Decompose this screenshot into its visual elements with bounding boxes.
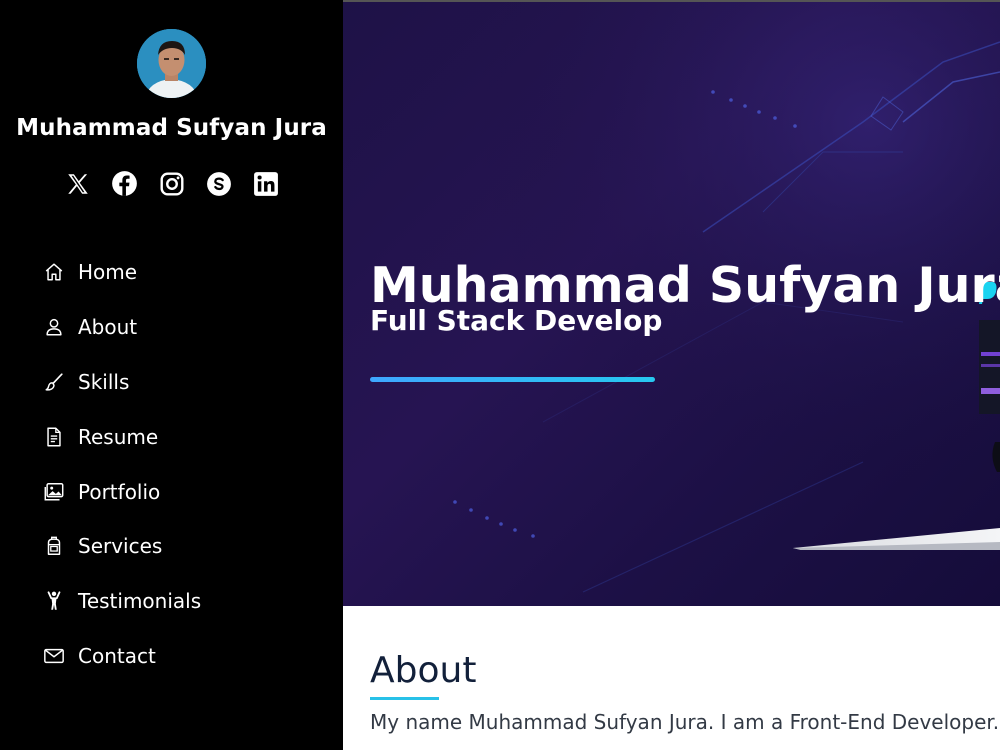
nav-item-testimonials[interactable]: Testimonials (43, 574, 303, 629)
nav-label: Resume (78, 424, 159, 449)
nav-label: About (78, 315, 138, 340)
skype-icon[interactable] (205, 170, 232, 197)
hero-subtitle: Full Stack Develop (370, 304, 663, 337)
file-text-icon (43, 426, 65, 448)
nav-label: Contact (78, 643, 156, 668)
about-underline (370, 697, 439, 700)
x-twitter-icon[interactable] (64, 170, 91, 197)
nav-item-services[interactable]: Services (43, 519, 303, 574)
nav-item-resume[interactable]: Resume (43, 409, 303, 464)
about-text: My name Muhammad Sufyan Jura. I am a Fro… (370, 710, 1000, 734)
linkedin-icon[interactable] (252, 170, 279, 197)
facebook-icon[interactable] (111, 170, 138, 197)
sidebar: Muhammad Sufyan Jura Home About Skills R… (0, 0, 343, 750)
about-section: About My name Muhammad Sufyan Jura. I am… (343, 606, 1000, 750)
nav-item-contact[interactable]: Contact (43, 629, 303, 684)
about-title: About (370, 650, 477, 691)
nav-label: Home (78, 260, 138, 285)
nav-item-home[interactable]: Home (43, 245, 303, 300)
brush-icon (43, 371, 65, 393)
nav-label: Portfolio (78, 479, 161, 504)
avatar[interactable] (137, 29, 206, 98)
hero-underline (370, 377, 655, 382)
nav-item-portfolio[interactable]: Portfolio (43, 464, 303, 519)
images-icon (43, 481, 65, 503)
hero-section: Muhammad Sufyan Jura Full Stack Develop (343, 0, 1000, 606)
nav-item-skills[interactable]: Skills (43, 355, 303, 410)
nav-item-about[interactable]: About (43, 300, 303, 355)
nav-label: Testimonials (78, 589, 202, 614)
profile-name: Muhammad Sufyan Jura (16, 115, 327, 141)
envelope-icon (43, 645, 65, 667)
person-icon (43, 316, 65, 338)
instagram-icon[interactable] (158, 170, 185, 197)
social-links (0, 170, 343, 200)
person-arms-up-icon (43, 590, 65, 612)
nav-label: Services (78, 534, 163, 559)
house-icon (43, 261, 65, 283)
backpack-icon (43, 535, 65, 557)
nav-label: Skills (78, 369, 130, 394)
nav-menu: Home About Skills Resume Portfolio Servi… (43, 245, 303, 683)
